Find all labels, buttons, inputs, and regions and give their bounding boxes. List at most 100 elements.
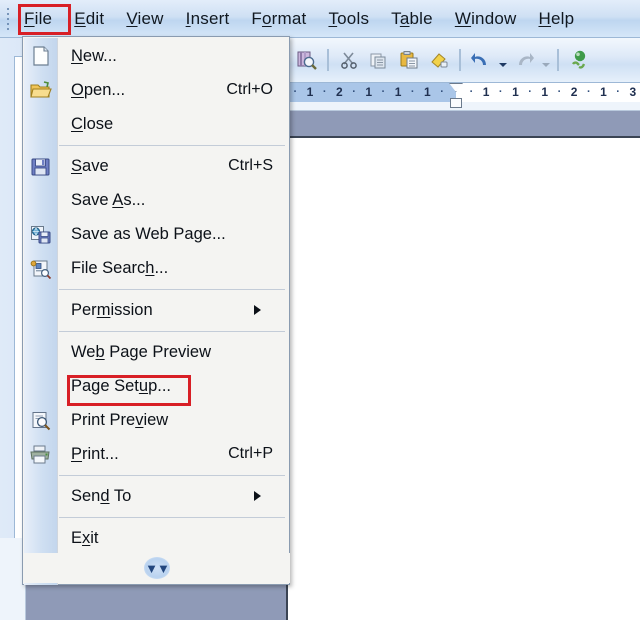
redo-dropdown-caret[interactable]: [539, 44, 552, 76]
ruler-tick: 1: [394, 85, 402, 99]
menu-table-label: Table: [391, 8, 433, 28]
first-line-indent-marker[interactable]: [448, 83, 464, 110]
file-search-icon: [23, 251, 58, 285]
menu-item-send-to-label: Send To: [71, 486, 132, 505]
ruler-tick: ·: [322, 86, 327, 98]
no-icon: [23, 479, 58, 513]
word-application-window: 5: [0, 0, 640, 620]
ruler-tick: 2: [336, 85, 343, 99]
menu-item-close[interactable]: Close: [23, 107, 289, 141]
submenu-arrow-icon: [254, 491, 277, 501]
ruler-tick: 1: [512, 85, 519, 99]
ruler-tick: 1: [482, 85, 490, 99]
menu-item-exit[interactable]: Exit: [23, 521, 289, 555]
menu-item-save-as[interactable]: Save As...: [23, 183, 289, 217]
toolbar-separator: [459, 49, 461, 71]
new-document-icon: [23, 39, 58, 73]
ruler-tick: 1: [600, 85, 607, 99]
menu-item-print[interactable]: Print... Ctrl+P: [23, 437, 289, 471]
no-icon: [23, 293, 58, 327]
ruler-tick: 1: [306, 85, 314, 99]
paste-icon[interactable]: [394, 44, 424, 76]
ruler-tick: ·: [557, 86, 562, 98]
menu-separator: [23, 513, 289, 521]
menu-help[interactable]: Help: [527, 5, 585, 33]
toolbar-separator: [557, 49, 559, 71]
ruler-tick: ·: [469, 86, 474, 98]
print-preview-icon: [23, 403, 58, 437]
menu-item-print-label: Print...: [71, 444, 119, 463]
menu-view[interactable]: View: [115, 5, 174, 33]
menu-insert-label: Insert: [185, 8, 230, 28]
ruler-tick: 1: [424, 85, 431, 99]
ruler-tick: ·: [352, 86, 356, 98]
menu-format[interactable]: Format: [240, 5, 317, 33]
menu-edit-label: Edit: [74, 8, 105, 28]
menu-item-save[interactable]: Save Ctrl+S: [23, 149, 289, 183]
insert-hyperlink-icon[interactable]: [564, 44, 594, 76]
no-icon: [23, 369, 58, 403]
menu-item-send-to[interactable]: Send To: [23, 479, 289, 513]
menu-view-label: View: [126, 8, 164, 28]
indent-triangle-icon: [449, 83, 463, 92]
submenu-arrow-icon: [254, 305, 277, 315]
open-folder-icon: [23, 73, 58, 107]
ruler-tick: 3: [629, 85, 637, 99]
redo-icon[interactable]: [509, 44, 539, 76]
horizontal-ruler[interactable]: · 1 · 2 · 1 · 1 · 1 · · 1 · 1 · 1 · 2 · …: [288, 83, 640, 111]
ruler-tick: ·: [381, 86, 386, 98]
menu-item-exit-label: Exit: [71, 528, 99, 547]
menu-item-file-search-label: File Search...: [71, 258, 169, 277]
document-top-margin-band: [288, 111, 640, 136]
save-as-web-page-icon: [23, 217, 58, 251]
no-icon: [23, 335, 58, 369]
ruler-tick: ·: [528, 86, 532, 98]
menu-file-label: File: [24, 8, 53, 28]
menu-edit[interactable]: Edit: [63, 5, 115, 33]
menu-item-new-label: New...: [71, 46, 117, 65]
menu-item-print-preview-label: Print Preview: [71, 410, 169, 429]
menu-insert[interactable]: Insert: [175, 5, 241, 33]
menu-item-file-search[interactable]: File Search...: [23, 251, 289, 285]
menu-tools[interactable]: Tools: [317, 5, 380, 33]
research-icon[interactable]: [292, 44, 322, 76]
menu-file[interactable]: File: [13, 5, 63, 33]
expand-menu-chevrons[interactable]: ▼▼: [24, 553, 290, 583]
no-icon: [23, 521, 58, 555]
ruler-tick: 1: [365, 85, 373, 99]
copy-icon[interactable]: [364, 44, 394, 76]
menu-item-web-page-preview[interactable]: Web Page Preview: [23, 335, 289, 369]
ruler-tick: ·: [616, 86, 620, 98]
chevron-double-down-icon: ▼▼: [144, 557, 170, 579]
no-icon: [23, 183, 58, 217]
file-menu-items: New... Open... Ctrl+O Close Save Ctrl+S …: [23, 37, 289, 555]
menu-table[interactable]: Table: [380, 5, 444, 33]
ruler-tick: ·: [586, 86, 591, 98]
menu-item-save-accel: Ctrl+S: [228, 157, 273, 174]
cut-scissors-icon[interactable]: [334, 44, 364, 76]
menu-window-label: Window: [454, 8, 517, 28]
menu-window[interactable]: Window: [444, 5, 528, 33]
save-floppy-icon: [23, 149, 58, 183]
menu-help-label: Help: [538, 8, 575, 28]
document-page[interactable]: [288, 136, 640, 620]
menu-separator: [23, 141, 289, 149]
menu-item-page-setup-label: Page Setup...: [71, 376, 172, 395]
menu-item-save-as-web-page[interactable]: Save as Web Page...: [23, 217, 289, 251]
toolbar-grip[interactable]: [3, 6, 13, 32]
menu-tools-label: Tools: [328, 8, 370, 28]
ruler-tick: ·: [498, 86, 503, 98]
menu-item-permission[interactable]: Permission: [23, 293, 289, 327]
menu-item-new[interactable]: New...: [23, 39, 289, 73]
undo-dropdown-caret[interactable]: [496, 44, 509, 76]
ruler-ticks: · 1 · 2 · 1 · 1 · 1 · · 1 · 1 · 1 · 2 · …: [288, 83, 640, 102]
printer-icon: [23, 437, 58, 471]
ruler-lower-band: [288, 102, 640, 110]
menu-format-label: Format: [251, 8, 307, 28]
menu-item-open-label: Open...: [71, 80, 126, 99]
undo-icon[interactable]: [466, 44, 496, 76]
menu-item-print-preview[interactable]: Print Preview: [23, 403, 289, 437]
menu-item-open[interactable]: Open... Ctrl+O: [23, 73, 289, 107]
menu-item-page-setup[interactable]: Page Setup...: [23, 369, 289, 403]
format-painter-icon[interactable]: [424, 44, 454, 76]
